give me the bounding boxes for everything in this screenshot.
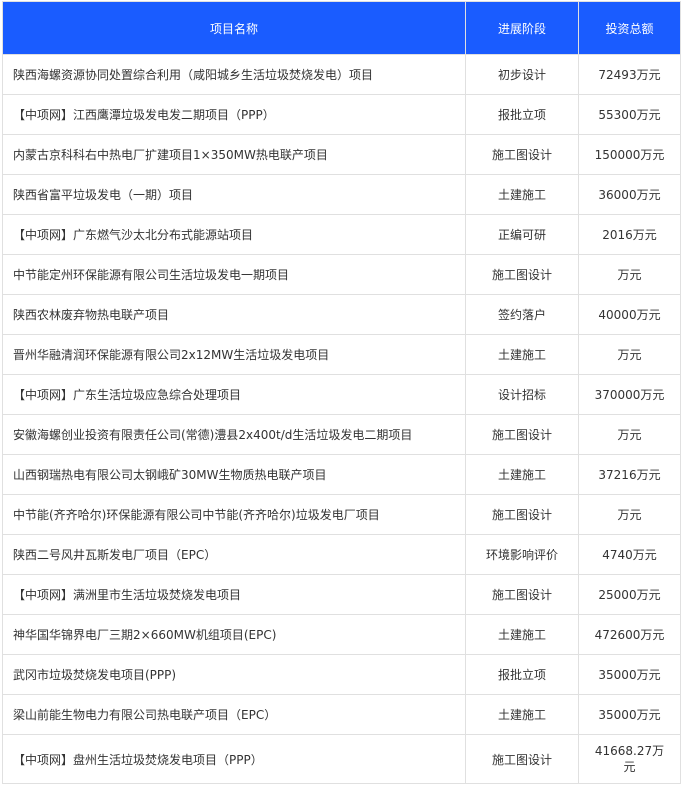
project-investment: 2016万元 (602, 228, 657, 242)
project-investment-cell: 万元 (578, 254, 681, 295)
project-investment-cell: 55300万元 (578, 94, 681, 135)
table-row: 【中项网】江西鹰潭垃圾发电发二期项目（PPP） 报批立项 55300万元 (2, 94, 681, 135)
project-name-link[interactable]: 武冈市垃圾焚烧发电项目(PPP) (2, 654, 466, 695)
project-name-link[interactable]: 梁山前能生物电力有限公司热电联产项目（EPC） (2, 694, 466, 735)
table-row: 【中项网】广东燃气沙太北分布式能源站项目 正编可研 2016万元 (2, 214, 681, 255)
project-investment-cell: 370000万元 (578, 374, 681, 415)
project-investment: 4740万元 (602, 548, 657, 562)
project-investment: 472600万元 (594, 628, 665, 642)
project-table-container: 项目名称 进展阶段 投资总额 陕西海螺资源协同处置综合利用（咸阳城乡生活垃圾焚烧… (0, 0, 682, 785)
table-row: 内蒙古京科科右中热电厂扩建项目1×350MW热电联产项目 施工图设计 150000万… (2, 134, 681, 175)
project-stage: 设计招标 (465, 374, 579, 415)
table-row: 陕西二号风井瓦斯发电厂项目（EPC） 环境影响评价 4740万元 (2, 534, 681, 575)
project-stage: 施工图设计 (465, 734, 579, 784)
project-investment: 36000万元 (598, 188, 661, 202)
project-investment: 72493万元 (598, 68, 661, 82)
project-name-link[interactable]: 陕西省富平垃圾发电（一期）项目 (2, 174, 466, 215)
project-name-link[interactable]: 安徽海螺创业投资有限责任公司(常德)澧县2x400t/d生活垃圾发电二期项目 (2, 414, 466, 455)
project-investment-cell: 40000万元 (578, 294, 681, 335)
project-investment-cell: 472600万元 (578, 614, 681, 655)
table-row: 【中项网】广东生活垃圾应急综合处理项目 设计招标 370000万元 (2, 374, 681, 415)
project-stage: 施工图设计 (465, 494, 579, 535)
table-row: 陕西省富平垃圾发电（一期）项目 土建施工 36000万元 (2, 174, 681, 215)
project-investment: 万元 (617, 428, 642, 442)
project-stage: 签约落户 (465, 294, 579, 335)
project-investment-cell: 2016万元 (578, 214, 681, 255)
project-table: 项目名称 进展阶段 投资总额 陕西海螺资源协同处置综合利用（咸阳城乡生活垃圾焚烧… (2, 1, 681, 784)
project-stage: 土建施工 (465, 694, 579, 735)
table-row: 神华国华锦界电厂三期2×660MW机组项目(EPC) 土建施工 472600万元 (2, 614, 681, 655)
project-investment-cell: 37216万元 (578, 454, 681, 495)
project-investment: 40000万元 (598, 308, 661, 322)
project-name-link[interactable]: 内蒙古京科科右中热电厂扩建项目1×350MW热电联产项目 (2, 134, 466, 175)
project-investment-cell: 41668.27万元 (578, 734, 681, 784)
project-investment: 37216万元 (598, 468, 661, 482)
project-investment-cell: 万元 (578, 494, 681, 535)
project-investment: 150000万元 (594, 148, 665, 162)
project-investment: 25000万元 (598, 588, 661, 602)
table-row: 安徽海螺创业投资有限责任公司(常德)澧县2x400t/d生活垃圾发电二期项目 施工… (2, 414, 681, 455)
table-row: 中节能定州环保能源有限公司生活垃圾发电一期项目 施工图设计 万元 (2, 254, 681, 295)
project-stage: 土建施工 (465, 614, 579, 655)
project-stage: 施工图设计 (465, 134, 579, 175)
project-name-link[interactable]: 【中项网】江西鹰潭垃圾发电发二期项目（PPP） (2, 94, 466, 135)
header-investment: 投资总额 (578, 1, 681, 55)
project-investment: 万元 (617, 268, 642, 282)
project-name-link[interactable]: 【中项网】广东生活垃圾应急综合处理项目 (2, 374, 466, 415)
project-stage: 施工图设计 (465, 254, 579, 295)
project-investment-cell: 35000万元 (578, 694, 681, 735)
project-investment: 35000万元 (598, 668, 661, 682)
project-investment: 370000万元 (594, 388, 665, 402)
project-investment-cell: 150000万元 (578, 134, 681, 175)
project-name-link[interactable]: 神华国华锦界电厂三期2×660MW机组项目(EPC) (2, 614, 466, 655)
project-name-link[interactable]: 中节能定州环保能源有限公司生活垃圾发电一期项目 (2, 254, 466, 295)
project-name-link[interactable]: 【中项网】广东燃气沙太北分布式能源站项目 (2, 214, 466, 255)
project-name-link[interactable]: 中节能(齐齐哈尔)环保能源有限公司中节能(齐齐哈尔)垃圾发电厂项目 (2, 494, 466, 535)
project-stage: 土建施工 (465, 174, 579, 215)
header-stage: 进展阶段 (465, 1, 579, 55)
project-name-link[interactable]: 【中项网】满洲里市生活垃圾焚烧发电项目 (2, 574, 466, 615)
project-stage: 土建施工 (465, 334, 579, 375)
project-stage: 报批立项 (465, 94, 579, 135)
table-row: 晋州华融清润环保能源有限公司2x12MW生活垃圾发电项目 土建施工 万元 (2, 334, 681, 375)
project-name-link[interactable]: 陕西农林废弃物热电联产项目 (2, 294, 466, 335)
table-row: 陕西海螺资源协同处置综合利用（咸阳城乡生活垃圾焚烧发电）项目 初步设计 72493万… (2, 54, 681, 95)
project-investment-cell: 36000万元 (578, 174, 681, 215)
project-investment: 35000万元 (598, 708, 661, 722)
project-investment: 万元 (617, 508, 642, 522)
project-investment: 55300万元 (598, 108, 661, 122)
table-row: 武冈市垃圾焚烧发电项目(PPP) 报批立项 35000万元 (2, 654, 681, 695)
project-stage: 施工图设计 (465, 574, 579, 615)
project-investment: 万元 (617, 348, 642, 362)
table-row: 梁山前能生物电力有限公司热电联产项目（EPC） 土建施工 35000万元 (2, 694, 681, 735)
table-row: 山西钢瑞热电有限公司太钢峨矿30MW生物质热电联产项目 土建施工 37216万元 (2, 454, 681, 495)
table-row: 【中项网】盘州生活垃圾焚烧发电项目（PPP） 施工图设计 41668.27万元 (2, 734, 681, 784)
project-stage: 报批立项 (465, 654, 579, 695)
project-investment-cell: 25000万元 (578, 574, 681, 615)
project-stage: 正编可研 (465, 214, 579, 255)
project-stage: 施工图设计 (465, 414, 579, 455)
project-investment-cell: 4740万元 (578, 534, 681, 575)
project-name-link[interactable]: 山西钢瑞热电有限公司太钢峨矿30MW生物质热电联产项目 (2, 454, 466, 495)
header-project-name: 项目名称 (2, 1, 466, 55)
project-stage: 土建施工 (465, 454, 579, 495)
project-name-link[interactable]: 陕西海螺资源协同处置综合利用（咸阳城乡生活垃圾焚烧发电）项目 (2, 54, 466, 95)
project-name-link[interactable]: 【中项网】盘州生活垃圾焚烧发电项目（PPP） (2, 734, 466, 784)
table-row: 陕西农林废弃物热电联产项目 签约落户 40000万元 (2, 294, 681, 335)
table-row: 中节能(齐齐哈尔)环保能源有限公司中节能(齐齐哈尔)垃圾发电厂项目 施工图设计 万元 (2, 494, 681, 535)
table-header-row: 项目名称 进展阶段 投资总额 (2, 1, 681, 55)
table-row: 【中项网】满洲里市生活垃圾焚烧发电项目 施工图设计 25000万元 (2, 574, 681, 615)
project-investment-cell: 72493万元 (578, 54, 681, 95)
project-name-link[interactable]: 陕西二号风井瓦斯发电厂项目（EPC） (2, 534, 466, 575)
project-stage: 初步设计 (465, 54, 579, 95)
project-stage: 环境影响评价 (465, 534, 579, 575)
project-name-link[interactable]: 晋州华融清润环保能源有限公司2x12MW生活垃圾发电项目 (2, 334, 466, 375)
project-investment: 41668.27万元 (594, 744, 665, 774)
project-investment-cell: 万元 (578, 334, 681, 375)
project-investment-cell: 万元 (578, 414, 681, 455)
project-investment-cell: 35000万元 (578, 654, 681, 695)
